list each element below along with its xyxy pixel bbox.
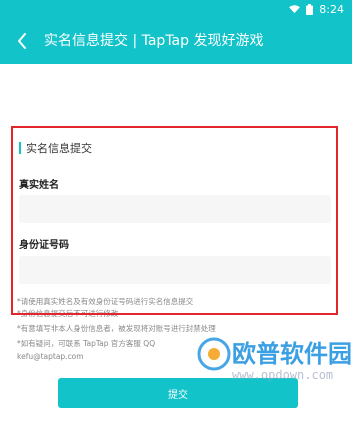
battery-icon	[306, 3, 314, 15]
status-bar: 8:24	[0, 0, 352, 18]
note-real-identity: *请使用真实姓名及有效身份证号码进行实名信息提交	[17, 297, 194, 306]
section-accent-bar	[19, 142, 21, 154]
name-label: 真实姓名	[19, 180, 59, 191]
id-field[interactable]	[19, 256, 331, 284]
app-bar: 实名信息提交 | TapTap 发现好游戏	[0, 18, 352, 64]
section-title-text: 实名信息提交	[26, 142, 92, 155]
chevron-left-icon	[18, 33, 26, 49]
note-contact: *如有疑问，可联系 TapTap 官方客服 QQ	[17, 339, 156, 348]
watermark-logo-icon	[197, 337, 231, 371]
submit-button[interactable]: 提交	[58, 378, 298, 408]
note-penalty: *有意填写非本人身份信息者，被发现将对账号进行封禁处理	[17, 324, 216, 333]
status-icons: 8:24	[289, 2, 344, 16]
watermark-text: 欧普软件园	[232, 339, 352, 368]
wifi-icon	[289, 4, 301, 13]
note-no-modify: *身份信息提交后不可进行修改	[17, 309, 119, 318]
section-title: 实名信息提交	[19, 140, 92, 156]
app-title: 实名信息提交 | TapTap 发现好游戏	[44, 33, 264, 49]
name-field[interactable]	[19, 195, 331, 223]
back-button[interactable]	[8, 27, 36, 55]
id-label: 身份证号码	[19, 240, 69, 251]
note-email: kefu@taptap.com	[17, 352, 84, 361]
status-time: 8:24	[319, 2, 344, 16]
